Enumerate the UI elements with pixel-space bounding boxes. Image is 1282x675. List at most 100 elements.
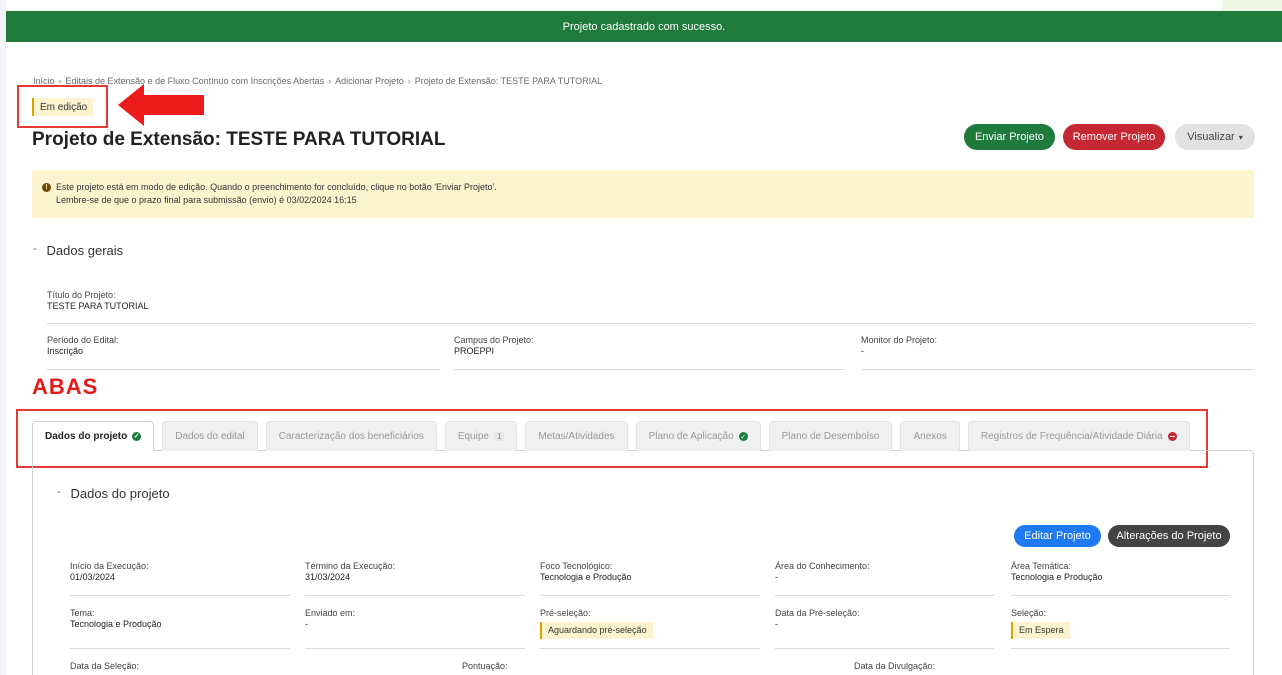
field-label: Foco Tecnológico: [540, 561, 613, 571]
alert-line-2: Lembre-se de que o prazo final para subm… [56, 195, 357, 205]
project-changes-label: Alterações do Projeto [1116, 530, 1222, 542]
edit-project-label: Editar Projeto [1024, 530, 1091, 542]
tab-label: Plano de Desembolso [781, 431, 880, 442]
field-value: Tecnologia e Produção [1011, 572, 1103, 582]
send-project-button[interactable]: Enviar Projeto [964, 124, 1055, 150]
tab-label: Metas/Atividades [538, 431, 615, 442]
selection-status-badge: Em Espera [1011, 622, 1070, 639]
campus-label: Campus do Projeto: [454, 335, 534, 345]
title-value: TESTE PARA TUTORIAL [47, 301, 149, 311]
title-field: Título do Projeto: TESTE PARA TUTORIAL [47, 290, 149, 312]
monitor-value: - [861, 346, 864, 356]
tab-plano-de-desembolso[interactable]: Plano de Desembolso [768, 421, 893, 451]
tab-equipe[interactable]: Equipe 1 [444, 421, 518, 451]
tab-metas-atividades[interactable]: Metas/Atividades [525, 421, 628, 451]
project-tabs: Dados do projeto ✓ Dados do edital Carac… [32, 421, 1190, 451]
tab-dados-do-projeto[interactable]: Dados do projeto ✓ [32, 421, 155, 451]
field-label: Pontuação: [462, 661, 508, 671]
monitor-label: Monitor do Projeto: [861, 335, 938, 345]
preselection-status-badge: Aguardando pré-seleção [540, 622, 653, 639]
period-value: Inscrição [47, 346, 84, 356]
divider [1011, 595, 1230, 596]
tab-label: Plano de Aplicação [648, 431, 734, 442]
score-field: Pontuação: [462, 661, 508, 672]
tab-caracterizacao-beneficiarios[interactable]: Caracterização dos beneficiários [265, 421, 437, 451]
project-changes-button[interactable]: Alterações do Projeto [1108, 525, 1230, 547]
tab-registros-frequencia[interactable]: Registros de Frequência/Atividade Diária [967, 421, 1190, 451]
divider [540, 648, 760, 649]
divider [47, 369, 440, 370]
tab-label: Dados do projeto [45, 430, 128, 442]
field-value: Tecnologia e Produção [70, 619, 162, 629]
breadcrumb-add-project-link[interactable]: Adicionar Projeto [335, 76, 404, 86]
monitor-field: Monitor do Projeto: - [861, 335, 937, 357]
field-value: - [775, 619, 778, 629]
view-label: Visualizar [1187, 131, 1235, 143]
sent-on-field: Enviado em: - [305, 608, 355, 630]
divider [305, 595, 525, 596]
divider [454, 369, 845, 370]
selection-field: Seleção: Em Espera [1011, 608, 1070, 639]
field-label: Término da Execução: [305, 561, 396, 571]
chevron-down-icon: ▾ [1238, 132, 1243, 142]
alert-line-1: Este projeto está em modo de edição. Qua… [56, 182, 497, 192]
success-message: Projeto cadastrado com sucesso. [562, 20, 726, 33]
tab-label: Equipe [457, 431, 489, 442]
field-value: 31/03/2024 [305, 572, 351, 582]
release-date-field: Data da Divulgação: [854, 661, 935, 672]
field-label: Tema: [70, 608, 95, 618]
divider [540, 595, 760, 596]
tab-label: Caracterização dos beneficiários [278, 431, 424, 442]
general-section-toggle[interactable]: ⌄ Dados gerais [31, 243, 123, 258]
general-section-title: Dados gerais [46, 243, 124, 258]
success-notification: Projeto cadastrado com sucesso. [6, 11, 1282, 42]
divider [775, 595, 995, 596]
divider [1011, 648, 1230, 649]
red-arrow-icon [118, 84, 204, 126]
thematic-area-field: Área Temática: Tecnologia e Produção [1011, 561, 1103, 583]
edit-mode-alert: ! Este projeto está em modo de edição. Q… [32, 170, 1254, 218]
campus-field: Campus do Projeto: PROEPPI [454, 335, 534, 357]
warning-icon: ! [42, 183, 51, 192]
tab-label: Anexos [913, 431, 947, 442]
minus-circle-icon [1167, 432, 1177, 441]
chevron-right-icon: › [328, 76, 332, 86]
send-project-label: Enviar Projeto [974, 131, 1045, 143]
field-label: Data da Divulgação: [854, 661, 936, 671]
remove-project-label: Remover Projeto [1072, 131, 1156, 143]
preselection-date-field: Data da Pré-seleção: - [775, 608, 860, 630]
view-dropdown-button[interactable]: Visualizar ▾ [1175, 124, 1255, 150]
start-date-field: Início da Execução: 01/03/2024 [70, 561, 149, 583]
tab-anexos[interactable]: Anexos [900, 421, 960, 451]
knowledge-area-field: Área do Conhecimento: - [775, 561, 870, 583]
field-label: Pré-seleção: [540, 608, 591, 618]
tab-plano-de-aplicacao[interactable]: Plano de Aplicação ✓ [635, 421, 761, 451]
chevron-right-icon: › [407, 76, 411, 86]
field-label: Data da Pré-seleção: [775, 608, 860, 618]
period-field: Período do Edital: Inscrição [47, 335, 119, 357]
field-value: 01/03/2024 [70, 572, 116, 582]
tech-focus-field: Foco Tecnológico: Tecnologia e Produção [540, 561, 632, 583]
theme-field: Tema: Tecnologia e Produção [70, 608, 162, 630]
edit-project-button[interactable]: Editar Projeto [1014, 525, 1101, 547]
check-circle-icon: ✓ [738, 432, 748, 441]
field-value: - [775, 572, 778, 582]
divider [70, 595, 291, 596]
abas-annotation: ABAS [32, 374, 99, 399]
chevron-up-icon: ⌄ [31, 246, 39, 256]
divider [861, 369, 1254, 370]
field-label: Enviado em: [305, 608, 356, 618]
divider [70, 648, 291, 649]
field-label: Data da Seleção: [70, 661, 140, 671]
divider [775, 648, 995, 649]
end-date-field: Término da Execução: 31/03/2024 [305, 561, 395, 583]
chevron-up-icon: ⌄ [55, 489, 63, 499]
page-title: Projeto de Extensão: TESTE PARA TUTORIAL [32, 129, 446, 150]
period-label: Período do Edital: [47, 335, 119, 345]
remove-project-button[interactable]: Remover Projeto [1063, 124, 1165, 150]
project-section-toggle[interactable]: ⌄ Dados do projeto [55, 486, 170, 501]
tab-label: Registros de Frequência/Atividade Diária [980, 431, 1163, 442]
field-label: Início da Execução: [70, 561, 149, 571]
tab-dados-do-edital[interactable]: Dados do edital [162, 421, 258, 451]
left-edge-strip [0, 0, 6, 675]
